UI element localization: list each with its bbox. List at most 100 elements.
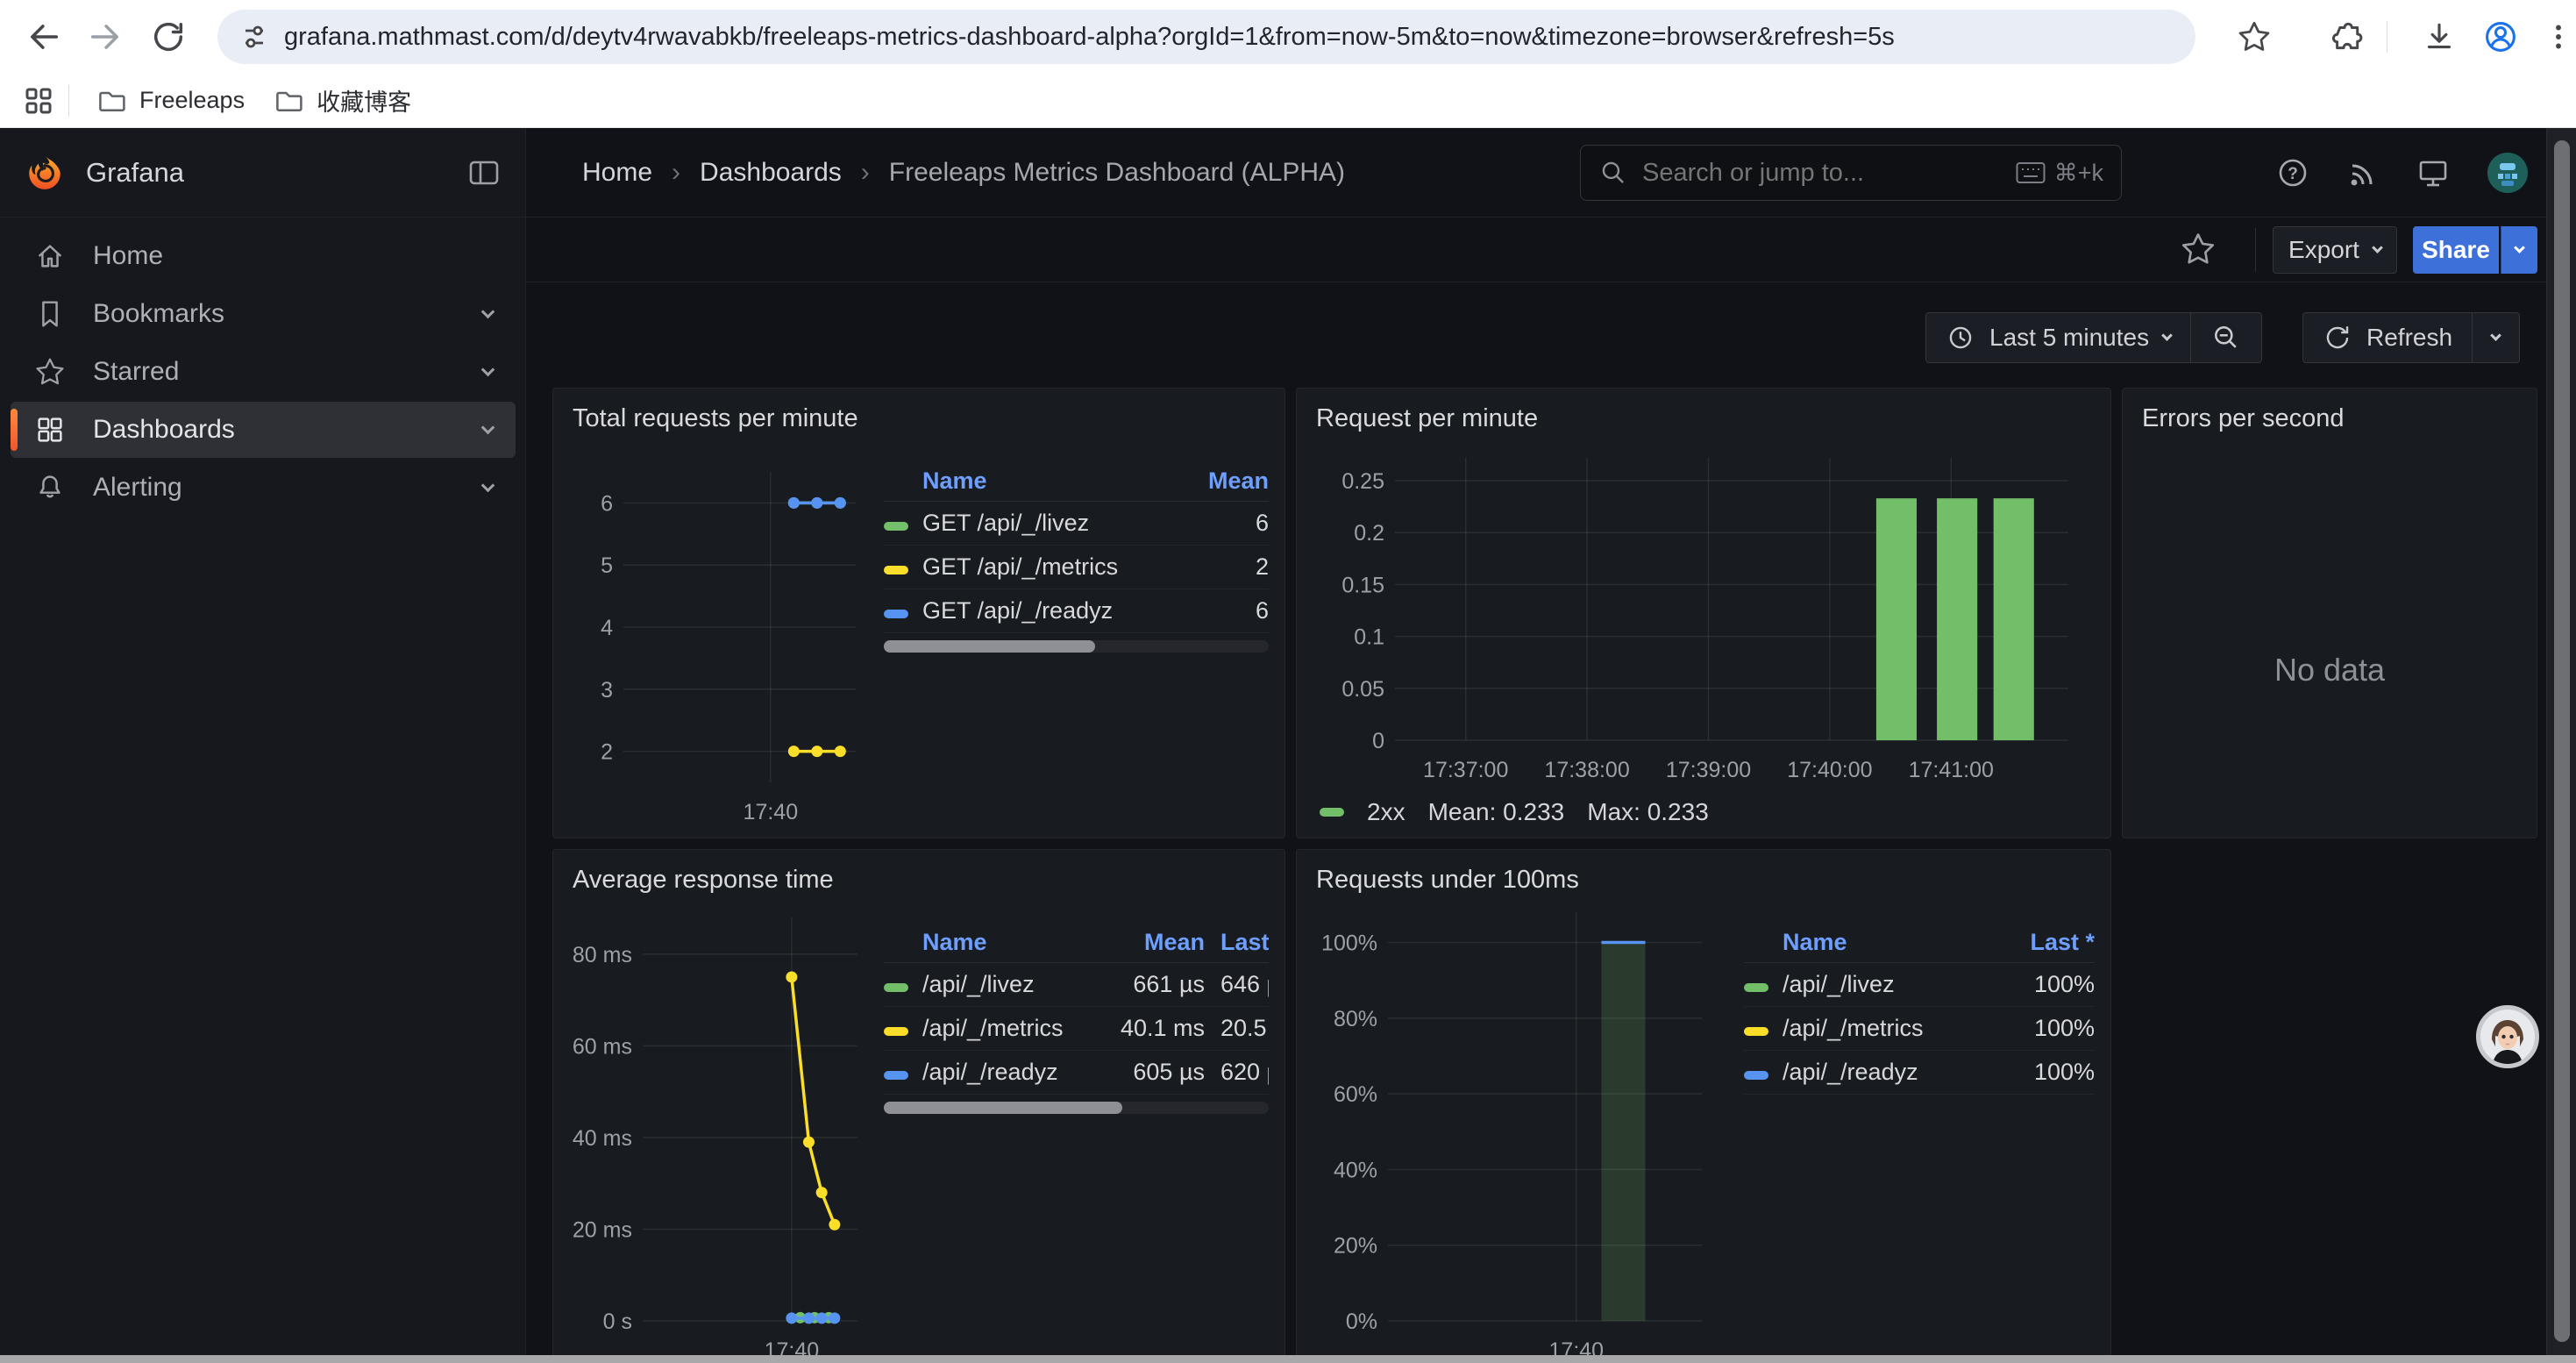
svg-text:4: 4 <box>601 616 613 640</box>
brand-name[interactable]: Grafana <box>86 157 466 189</box>
home-icon <box>33 239 67 273</box>
chart-request-per-minute[interactable]: 0.250.20.150.10.05017:37:0017:38:0017:39… <box>1297 439 2110 791</box>
bookmark-star-icon[interactable] <box>2230 12 2279 61</box>
forward-icon[interactable] <box>81 12 130 61</box>
time-range-group: Last 5 minutes <box>1925 312 2262 363</box>
series-swatch <box>1744 1027 1768 1036</box>
panel-title[interactable]: Request per minute <box>1297 389 2110 439</box>
panel-title[interactable]: Errors per second <box>2123 389 2537 439</box>
chevron-down-icon[interactable] <box>481 304 495 318</box>
legend-row[interactable]: GET /api/_/readyz6 <box>884 589 1269 633</box>
sidebar-item-alerting[interactable]: Alerting <box>11 460 516 516</box>
share-button[interactable]: Share <box>2413 226 2499 274</box>
svg-text:?: ? <box>2288 165 2298 183</box>
profile-icon[interactable] <box>2476 12 2525 61</box>
svg-text:0%: 0% <box>1346 1309 1377 1334</box>
legend-row[interactable]: GET /api/_/metrics2 <box>884 546 1269 589</box>
chevron-down-icon[interactable] <box>481 362 495 376</box>
legend-request-per-minute[interactable]: 2xx Mean: 0.233 Max: 0.233 <box>1297 791 2110 833</box>
sidebar-item-home[interactable]: Home <box>11 228 516 284</box>
time-range-picker[interactable]: Last 5 minutes <box>1926 313 2190 362</box>
legend-row[interactable]: /api/_/livez100% <box>1744 963 2095 1007</box>
series-max: Max: 0.233 <box>1587 798 1709 826</box>
chart-avg-response-time[interactable]: 80 ms60 ms40 ms20 ms0 s17:40 <box>569 902 872 1361</box>
search-box[interactable]: ⌘+k <box>1580 145 2122 201</box>
window-bottom-edge <box>0 1355 2576 1363</box>
share-dropdown-button[interactable] <box>2501 226 2537 274</box>
bookmark-folder-blogs[interactable]: 收藏博客 <box>259 76 425 125</box>
legend-row[interactable]: GET /api/_/livez6 <box>884 502 1269 546</box>
reload-icon[interactable] <box>144 12 193 61</box>
legend-scrollbar[interactable] <box>884 640 1269 653</box>
breadcrumb-home[interactable]: Home <box>582 158 652 188</box>
panel-title[interactable]: Total requests per minute <box>553 389 1284 439</box>
extensions-icon[interactable] <box>2320 12 2369 61</box>
legend-header: NameMean <box>884 461 1269 502</box>
legend-row[interactable]: /api/_/metrics40.1 ms20.5 ms <box>884 1007 1269 1051</box>
sidebar-menu: Home Bookmarks Starred Dashboards Alerti… <box>0 226 526 517</box>
chart-total-requests[interactable]: 6543217:40 <box>569 442 872 837</box>
sidebar-item-dashboards[interactable]: Dashboards <box>11 402 516 458</box>
news-rss-icon[interactable] <box>2345 155 2380 190</box>
sidebar: Grafana Home Bookmarks Starred Dashboard… <box>0 128 526 1363</box>
svg-text:6: 6 <box>601 491 613 516</box>
site-settings-icon[interactable] <box>237 19 272 54</box>
downloads-icon[interactable] <box>2415 12 2464 61</box>
svg-text:0.1: 0.1 <box>1354 625 1384 650</box>
back-icon[interactable] <box>19 12 68 61</box>
legend-row[interactable]: /api/_/readyz100% <box>1744 1051 2095 1095</box>
svg-text:20%: 20% <box>1334 1234 1377 1259</box>
assistant-avatar[interactable] <box>2476 1005 2539 1068</box>
breadcrumb-separator: › <box>861 158 870 188</box>
chevron-down-icon[interactable] <box>481 478 495 492</box>
refresh-interval-dropdown[interactable] <box>2472 313 2519 362</box>
export-button[interactable]: Export <box>2273 226 2397 274</box>
sidebar-item-label: Bookmarks <box>93 299 457 329</box>
panel-title[interactable]: Average response time <box>553 850 1284 900</box>
apps-grid-icon[interactable] <box>21 83 56 118</box>
grafana-logo <box>25 153 65 193</box>
breadcrumb-dashboards[interactable]: Dashboards <box>700 158 842 188</box>
search-input[interactable] <box>1642 159 2002 188</box>
refresh-button[interactable]: Refresh <box>2303 313 2472 362</box>
help-icon[interactable]: ? <box>2275 155 2310 190</box>
chevron-down-icon <box>2372 242 2383 253</box>
svg-text:0.2: 0.2 <box>1354 521 1384 546</box>
svg-text:40 ms: 40 ms <box>573 1126 632 1151</box>
monitor-icon[interactable] <box>2416 155 2451 190</box>
scrollbar-thumb[interactable] <box>2554 140 2570 1342</box>
user-avatar[interactable] <box>2487 153 2528 193</box>
bookmark-icon <box>33 297 67 331</box>
svg-text:2: 2 <box>601 740 613 765</box>
bookmark-folder-freeleaps[interactable]: Freeleaps <box>82 78 259 124</box>
zoom-out-button[interactable] <box>2190 313 2261 362</box>
sidebar-item-starred[interactable]: Starred <box>11 344 516 400</box>
svg-text:20 ms: 20 ms <box>573 1217 632 1242</box>
address-bar[interactable] <box>217 10 2195 64</box>
page-scrollbar[interactable] <box>2546 128 2576 1363</box>
legend-scrollbar[interactable] <box>884 1102 1269 1114</box>
chevron-down-icon[interactable] <box>481 420 495 434</box>
breadcrumb-separator: › <box>672 158 680 188</box>
legend-row[interactable]: /api/_/metrics100% <box>1744 1007 2095 1051</box>
panel-title[interactable]: Requests under 100ms <box>1297 850 2110 900</box>
panel-total-requests: Total requests per minute 6543217:40 Nam… <box>552 388 1285 838</box>
svg-text:80 ms: 80 ms <box>573 943 632 967</box>
dashboards-icon <box>33 413 67 446</box>
legend-header: NameLast * <box>1744 923 2095 963</box>
chevron-down-icon <box>2161 330 2173 341</box>
legend-row[interactable]: /api/_/readyz605 µs620 µs <box>884 1051 1269 1095</box>
sidebar-item-bookmarks[interactable]: Bookmarks <box>11 286 516 342</box>
dock-menu-icon[interactable] <box>466 155 502 190</box>
actions-divider <box>2255 228 2256 272</box>
chart-under-100ms[interactable]: 100%80%60%40%20%0%17:40 <box>1313 902 1732 1361</box>
url-input[interactable] <box>284 23 2108 52</box>
series-mean: Mean: 0.233 <box>1428 798 1565 826</box>
svg-text:100%: 100% <box>1321 931 1377 956</box>
legend-row[interactable]: /api/_/livez661 µs646 µs <box>884 963 1269 1007</box>
favorite-star-icon[interactable] <box>2179 230 2217 268</box>
search-icon <box>1598 158 1628 188</box>
bookmarks-bar: Freeleaps 收藏博客 <box>0 74 2576 128</box>
svg-text:17:41:00: 17:41:00 <box>1909 758 1994 782</box>
menu-dots-icon[interactable] <box>2534 12 2576 61</box>
